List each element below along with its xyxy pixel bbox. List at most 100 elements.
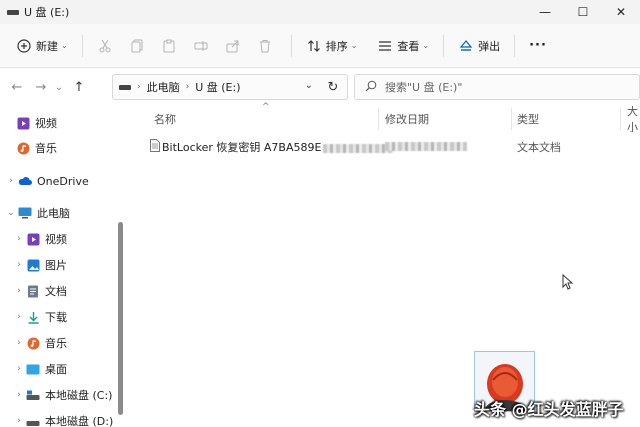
eject-icon [458,38,474,54]
sidebar-item-drive-c[interactable]: › 本地磁盘 (C:) [12,383,128,407]
sort-button[interactable]: 排序 ⌄ [300,31,364,61]
drive-icon [26,414,40,427]
chevron-right-icon[interactable]: › [12,260,26,270]
rename-icon [193,38,209,54]
address-bar[interactable]: › 此电脑 › U 盘 (E:) ⌄ [112,74,348,100]
download-icon [26,310,40,324]
chevron-right-icon[interactable]: › [12,312,26,322]
minimize-button[interactable]: — [526,0,564,24]
scissors-icon [97,38,113,54]
rename-button[interactable] [187,31,219,61]
navigation-row: ← → ⌄ ↑ › 此电脑 › U 盘 (E:) ⌄ ↻ 搜索"U 盘 (E:)… [0,68,640,106]
music-icon [16,141,30,155]
sidebar-item-videos-pc[interactable]: › 视频 [12,227,128,251]
sidebar-item-downloads[interactable]: › 下载 [12,305,128,329]
window-title: U 盘 (E:) [24,6,70,19]
watermark-text: 头条 @红头发蓝胖子 [474,400,624,419]
column-divider[interactable] [511,108,512,130]
view-label: 查看 [397,39,420,53]
toolbar-divider [290,34,292,57]
more-icon: ··· [529,38,547,53]
eject-button[interactable]: 弹出 [452,31,506,61]
chevron-right-icon[interactable]: › [12,390,26,400]
breadcrumb-separator: › [185,82,190,92]
paste-button[interactable] [155,31,187,61]
search-placeholder: 搜索"U 盘 (E:)" [385,81,463,94]
chevron-down-icon: ⌄ [61,41,68,50]
close-button[interactable]: ✕ [602,0,640,24]
toolbar-divider [443,34,445,57]
trash-icon [257,38,273,54]
toolbar-divider [81,34,83,57]
sort-label: 排序 [325,39,348,53]
sidebar-item-documents[interactable]: › 文档 [12,279,128,303]
sidebar-item-this-pc[interactable]: ⌄ 此电脑 [4,201,120,225]
chevron-right-icon[interactable]: › [12,364,26,374]
chevron-right-icon[interactable]: › [12,416,26,426]
music-icon [26,336,40,350]
usb-drive-icon [119,84,131,90]
copy-button[interactable] [123,31,155,61]
sort-ascending-icon: ^ [262,102,270,112]
drive-icon [26,388,40,402]
sidebar-item-music[interactable]: 音乐 [16,136,132,160]
back-button[interactable]: ← [4,74,30,100]
more-options-button[interactable]: ··· [523,31,553,61]
navigation-pane: 视频 音乐 › OneDrive ⌄ 此电脑 › 视频 › 图片 › 文档 › … [0,106,126,427]
command-bar: 新建 ⌄ 排序 ⌄ 查看 ⌄ 弹出 ··· [0,24,640,68]
desktop-icon [26,362,40,376]
chevron-right-icon[interactable]: › [4,176,18,186]
cloud-icon [18,174,32,188]
column-divider[interactable] [620,108,621,130]
breadcrumb-usb-drive[interactable]: U 盘 (E:) [195,79,240,95]
video-icon [26,232,40,246]
refresh-icon: ↻ [327,79,339,95]
column-divider[interactable] [378,108,379,130]
chevron-right-icon[interactable]: › [12,338,26,348]
sidebar-item-onedrive[interactable]: › OneDrive [4,169,120,193]
mouse-cursor-icon [562,274,574,290]
chevron-right-icon[interactable]: › [12,286,26,296]
breadcrumb-separator: › [137,82,141,92]
share-button[interactable] [219,31,251,61]
cut-button[interactable] [91,31,123,61]
forward-button[interactable]: → [30,74,52,100]
breadcrumb-this-pc[interactable]: 此电脑 [147,79,180,95]
search-box[interactable]: 搜索"U 盘 (E:)" [354,74,640,100]
chevron-right-icon[interactable]: › [12,234,26,244]
column-header-name[interactable]: 名称 [154,106,176,132]
plus-circle-icon [16,38,32,54]
redacted-date [385,141,467,151]
documents-icon [26,284,40,298]
redacted-filename [323,143,394,153]
video-icon [16,116,30,130]
sidebar-scrollbar[interactable] [118,222,123,415]
recent-locations-button[interactable]: ⌄ [52,74,66,100]
maximize-button[interactable]: ☐ [564,0,602,24]
pictures-icon [26,258,40,272]
column-header-modified[interactable]: 修改日期 [385,106,429,132]
sidebar-item-desktop[interactable]: › 桌面 [12,357,128,381]
sidebar-item-music-pc[interactable]: › 音乐 [12,331,128,355]
sidebar-item-pictures[interactable]: › 图片 [12,253,128,277]
eject-label: 弹出 [478,39,501,53]
column-header-type[interactable]: 类型 [517,106,539,132]
address-dropdown-icon[interactable]: ⌄ [305,80,313,91]
window-controls: — ☐ ✕ [526,0,640,24]
file-name: BitLocker 恢复密钥 A7BA589E [162,139,394,155]
sidebar-item-videos[interactable]: 视频 [16,111,132,135]
up-button[interactable]: ↑ [66,74,92,100]
text-file-icon [150,139,160,155]
refresh-button[interactable]: ↻ [320,74,346,100]
chevron-down-icon: ⌄ [350,41,358,50]
sidebar-item-drive-d[interactable]: › 本地磁盘 (D:) [12,409,128,427]
search-icon [365,80,377,95]
file-type: 文本文档 [517,141,561,154]
view-button[interactable]: 查看 ⌄ [371,31,435,61]
chevron-down-icon: ⌄ [422,41,430,50]
new-button[interactable]: 新建 ⌄ [10,31,74,61]
file-row[interactable]: BitLocker 恢复密钥 A7BA589E 文本文档 [150,136,640,156]
chevron-down-icon[interactable]: ⌄ [4,208,18,218]
delete-button[interactable] [251,31,283,61]
column-header-size[interactable]: 大小 [627,106,640,132]
